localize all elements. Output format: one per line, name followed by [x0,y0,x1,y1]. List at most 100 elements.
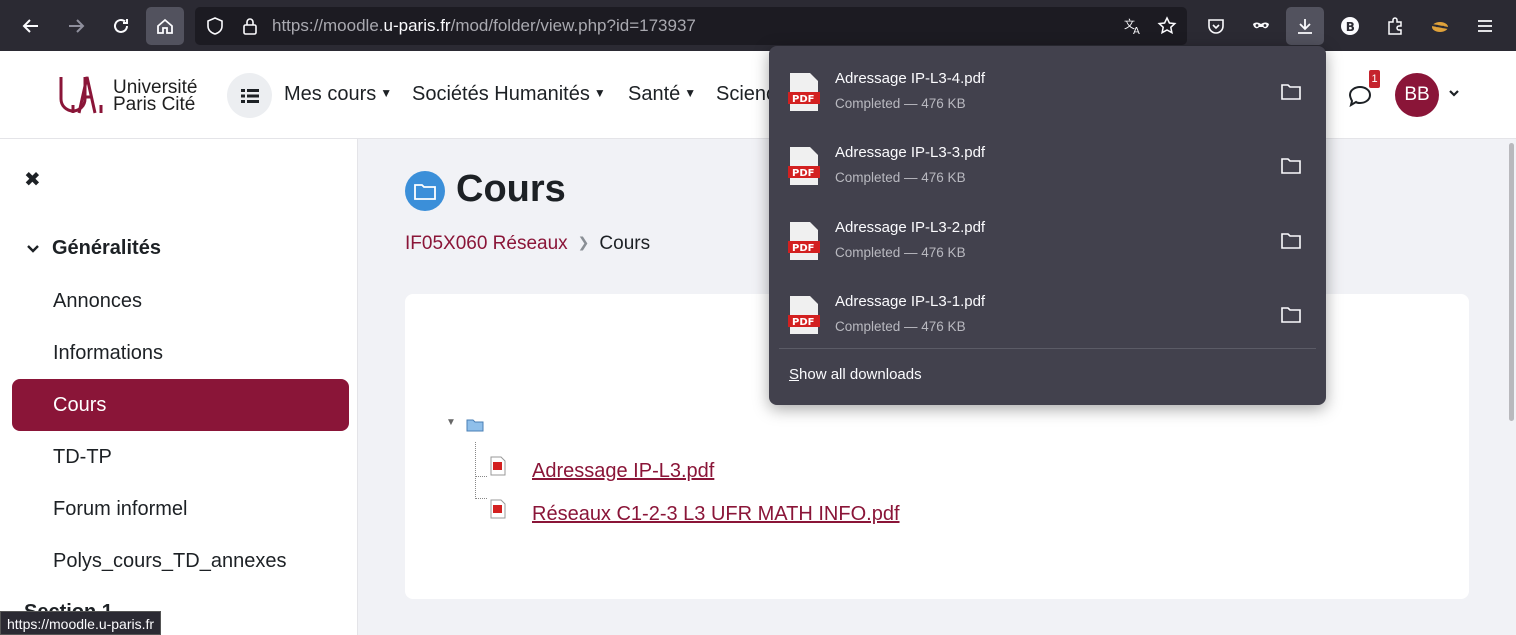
download-icon [1298,19,1312,34]
extensions-button[interactable] [1376,7,1414,45]
page-title: Cours [456,168,566,210]
folder-tree-icon[interactable] [466,418,484,432]
open-folder-icon[interactable] [1281,306,1301,323]
open-folder-icon[interactable] [1281,157,1301,174]
pdf-file-icon: PDF [788,296,820,334]
nav-mes-cours[interactable]: Mes cours ▼ [284,83,392,106]
scrollbar-thumb[interactable] [1509,143,1514,421]
lock-icon[interactable] [240,16,260,36]
download-item[interactable]: PDF Adressage IP-L3-3.pdf Completed — 47… [769,124,1326,198]
back-arrow-icon [22,19,38,33]
cat-extension-icon [1431,22,1449,32]
user-avatar[interactable]: BB [1395,73,1439,117]
download-filename: Adressage IP-L3-1.pdf [835,293,986,310]
pdf-file-icon: PDF [788,147,820,185]
download-status: Completed — 476 KB [835,245,966,260]
pocket-button[interactable] [1197,7,1235,45]
folder-icon [405,171,445,211]
home-button[interactable] [146,7,184,45]
list-icon [240,88,259,103]
chevron-right-icon: ❯ [577,234,590,250]
profile-extension-button[interactable]: B [1331,7,1369,45]
pdf-file-icon [490,499,506,519]
forward-button[interactable] [57,7,95,45]
download-filename: Adressage IP-L3-2.pdf [835,219,986,236]
notification-badge: 1 [1369,70,1380,88]
reload-icon [114,18,128,33]
divider [779,348,1316,349]
svg-text:PDF: PDF [792,317,814,328]
logo-emblem-icon [59,76,103,114]
course-index-sidebar: ✖ Généralités Annonces Informations Cour… [0,139,358,635]
course-menu-button[interactable] [227,73,272,118]
svg-text:A: A [1133,26,1140,36]
mask-icon [1253,22,1269,29]
forward-arrow-icon [69,19,85,33]
nav-societes-humanites[interactable]: Sociétés Humanités ▼ [412,83,606,106]
pdf-file-icon [490,456,506,476]
shield-icon[interactable] [205,16,225,36]
tree-line [475,476,487,477]
bookmark-star-icon[interactable] [1157,16,1177,36]
svg-text:PDF: PDF [792,168,814,179]
svg-text:PDF: PDF [792,94,814,105]
app-menu-button[interactable] [1466,7,1504,45]
download-filename: Adressage IP-L3-3.pdf [835,144,986,161]
download-status: Completed — 476 KB [835,319,966,334]
pdf-file-icon: PDF [788,222,820,260]
tree-line [475,442,476,499]
svg-text:PDF: PDF [792,243,814,254]
chevron-down-icon: ▼ [593,86,606,100]
sidebar-item-polys[interactable]: Polys_cours_TD_annexes [12,535,349,587]
breadcrumb: IF05X060 Réseaux ❯ Cours [405,233,650,255]
sidebar-item-annonces[interactable]: Annonces [12,275,349,327]
file-link-adressage[interactable]: Adressage IP-L3.pdf [532,460,714,483]
pocket-icon [1208,19,1224,34]
close-drawer-icon[interactable]: ✖ [24,167,41,192]
download-status: Completed — 476 KB [835,96,966,111]
svg-text:B: B [1346,20,1355,34]
tree-line [475,498,487,499]
sidebar-item-td-tp[interactable]: TD-TP [12,431,349,483]
nav-sciences[interactable]: Scienc [716,83,776,106]
b-circle-icon: B [1341,17,1359,35]
private-mask-button[interactable] [1242,7,1280,45]
downloads-button[interactable] [1286,7,1324,45]
tree-expand-toggle-icon[interactable]: ▼ [446,417,456,428]
logo-text: Université Paris Cité [113,77,198,115]
status-url-tooltip: https://moodle.u-paris.fr [0,611,162,635]
pdf-file-icon: PDF [788,73,820,111]
sidebar-item-forum[interactable]: Forum informel [12,483,349,535]
puzzle-icon [1388,17,1402,35]
chevron-down-icon[interactable] [1447,86,1461,100]
breadcrumb-current: Cours [599,233,651,254]
home-icon [157,18,173,34]
back-button[interactable] [12,7,50,45]
url-text[interactable]: https://moodle.u-paris.fr/mod/folder/vie… [272,16,696,36]
chevron-down-icon: ▼ [684,86,697,100]
sidebar-item-cours[interactable]: Cours [12,379,349,431]
reload-button[interactable] [102,7,140,45]
downloads-panel: PDF Adressage IP-L3-4.pdf Completed — 47… [769,46,1326,405]
download-item[interactable]: PDF Adressage IP-L3-4.pdf Completed — 47… [769,50,1326,124]
file-link-reseaux[interactable]: Réseaux C1-2-3 L3 UFR MATH INFO.pdf [532,503,900,526]
nav-sante[interactable]: Santé ▼ [628,83,696,106]
chevron-down-icon: ▼ [380,86,393,100]
open-folder-icon[interactable] [1281,83,1301,100]
university-logo[interactable]: Université Paris Cité [57,69,212,121]
download-item[interactable]: PDF Adressage IP-L3-1.pdf Completed — 47… [769,273,1326,347]
download-status: Completed — 476 KB [835,170,966,185]
translate-icon[interactable]: 文A [1123,16,1143,36]
url-bar[interactable]: https://moodle.u-paris.fr/mod/folder/vie… [195,7,1187,45]
chevron-down-icon [27,245,39,253]
sidebar-item-informations[interactable]: Informations [12,327,349,379]
breadcrumb-course-link[interactable]: IF05X060 Réseaux [405,233,568,254]
download-item[interactable]: PDF Adressage IP-L3-2.pdf Completed — 47… [769,199,1326,273]
open-folder-icon[interactable] [1281,232,1301,249]
download-filename: Adressage IP-L3-4.pdf [835,70,986,87]
extension-avatar-button[interactable] [1421,7,1459,45]
hamburger-menu-icon [1478,20,1492,32]
section-generalites[interactable]: Généralités [24,237,161,260]
show-all-downloads-button[interactable]: Show all downloads [789,366,922,383]
browser-toolbar: https://moodle.u-paris.fr/mod/folder/vie… [0,0,1516,51]
